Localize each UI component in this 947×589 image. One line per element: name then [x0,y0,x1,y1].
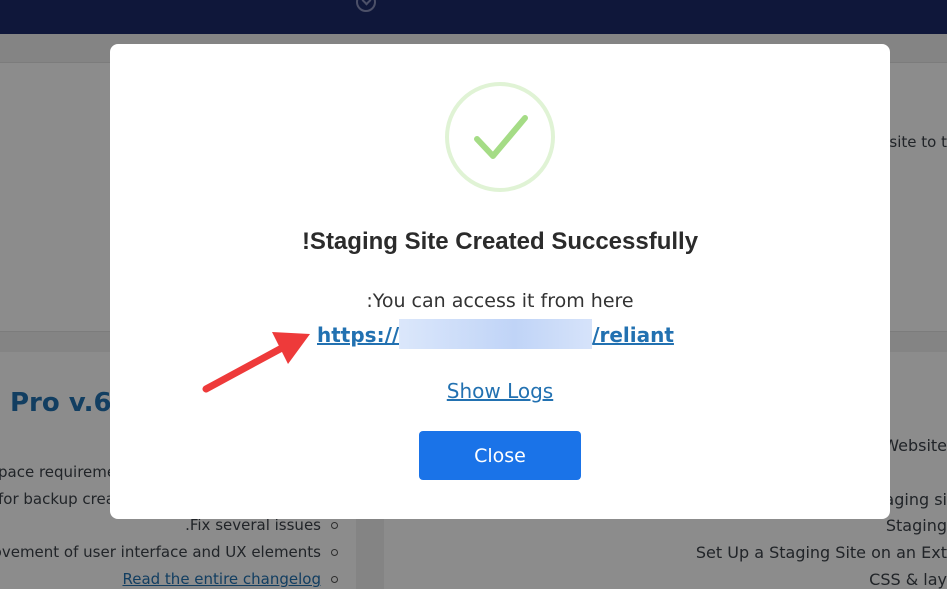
dialog-subtitle: :You can access it from here [366,290,634,312]
redacted-domain [399,319,593,349]
close-button[interactable]: Close [419,431,581,480]
staging-site-link[interactable]: https:// /reliant [317,319,674,349]
check-circle-icon [445,82,555,192]
url-suffix: /reliant [592,323,674,347]
dialog-title: !Staging Site Created Successfully [301,228,699,255]
url-prefix: https:// [317,323,400,347]
red-arrow-icon [202,332,310,393]
success-dialog: !Staging Site Created Successfully :You … [110,44,890,519]
